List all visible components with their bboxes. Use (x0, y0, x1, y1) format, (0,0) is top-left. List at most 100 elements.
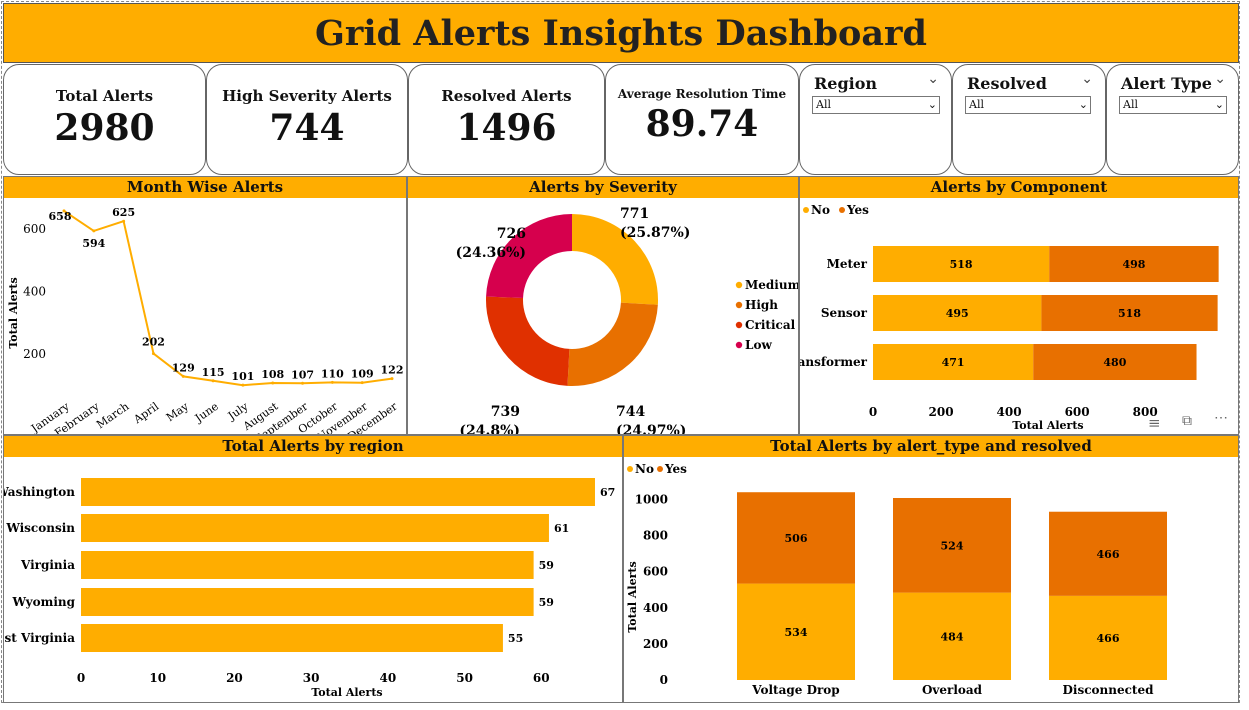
region-bar (81, 551, 534, 579)
alerttype-ytick: 1000 (635, 492, 668, 506)
month-line-chart: Total Alerts 200 400 600658 594 625 202 129 115… (7, 206, 404, 434)
severity-legend-label: Medium (745, 278, 798, 292)
chevron-down-icon[interactable]: ⌄ (927, 71, 939, 87)
slicer-resolved-value: All (969, 98, 984, 111)
month-data-label: 658 (49, 210, 72, 223)
component-bar-chart: Total Alerts No Yes Meter 518 498 Sensor 495 51… (800, 203, 1219, 432)
severity-value-label: 739 (491, 404, 520, 420)
slicer-resolved-dropdown[interactable]: All ⌄ (965, 96, 1091, 114)
alerttype-chart-title: Total Alerts by alert_type and resolved (624, 436, 1238, 457)
alerttype-ytick: 200 (643, 637, 668, 651)
severity-donut-chart: 771 (25.87%) Medium 744 (24.97%) High 739 (24.8… (456, 206, 798, 434)
month-point (390, 377, 394, 381)
month-data-label: 594 (82, 237, 105, 250)
focus-mode-icon[interactable]: ⧉ (1182, 413, 1192, 429)
severity-legend-marker (735, 341, 743, 349)
panel-component: Alerts by Component Total Alerts No Yes Me… (799, 176, 1239, 435)
component-data-label: 518 (1118, 307, 1141, 320)
slicer-alert-type[interactable]: Alert Type ⌄ All ⌄ (1106, 64, 1239, 175)
slicer-region-label: Region (814, 74, 878, 93)
kpi-resolved-value: 1496 (456, 107, 557, 149)
slicer-region-value: All (816, 98, 831, 111)
alerttype-data-label: 506 (785, 532, 808, 545)
component-legend-marker (803, 207, 809, 213)
slicer-alert-type-dropdown[interactable]: All ⌄ (1119, 96, 1227, 114)
alerttype-data-label: 466 (1097, 632, 1120, 645)
panel-severity: Alerts by Severity 771 (25.87%) Medium 744 (… (407, 176, 799, 435)
region-xtick: 10 (149, 671, 166, 685)
alerttype-category-label: Voltage Drop (751, 683, 839, 697)
slicer-region[interactable]: Region ⌄ All ⌄ (799, 64, 952, 175)
month-ylabel: Total Alerts (7, 277, 20, 348)
region-xtick: 20 (226, 671, 243, 685)
alerttype-category-label: Disconnected (1063, 683, 1155, 697)
month-point (211, 379, 215, 383)
kpi-total-label: Total Alerts (55, 87, 154, 105)
region-data-label: 67 (600, 486, 615, 499)
region-chart-title: Total Alerts by region (4, 436, 622, 457)
slicer-region-dropdown[interactable]: All ⌄ (812, 96, 940, 114)
month-point (360, 381, 364, 385)
kpi-high-value: 744 (269, 107, 345, 149)
region-category-label: Virginia (20, 558, 75, 572)
component-legend-label: Yes (846, 203, 869, 217)
component-data-label: 480 (1103, 356, 1126, 369)
alerttype-legend-marker (657, 466, 663, 472)
region-bar-chart: Total Alerts Washington 67 Wisconsin 61 Virg… (4, 478, 615, 699)
month-point (181, 374, 185, 378)
kpi-avg-label: Average Resolution Time (617, 87, 787, 101)
panel-region: Total Alerts by region Total Alerts Wash… (3, 435, 623, 703)
slicer-alert-type-value: All (1123, 98, 1138, 111)
chevron-down-icon: ⌄ (1078, 98, 1088, 111)
severity-value-label: 726 (497, 226, 526, 242)
dashboard-title: Grid Alerts Insights Dashboard (3, 3, 1239, 63)
month-data-label: 107 (291, 368, 314, 381)
severity-legend-label: High (745, 298, 778, 312)
component-data-label: 498 (1122, 258, 1145, 271)
month-xtick: June (192, 400, 221, 426)
kpi-high-severity: High Severity Alerts 744 (206, 64, 408, 175)
month-xtick: May (164, 399, 192, 424)
slicer-resolved[interactable]: Resolved ⌄ All ⌄ (952, 64, 1106, 175)
more-options-icon[interactable]: ⋯ (1214, 410, 1228, 426)
region-bar (81, 478, 595, 506)
panel-alert-type: Total Alerts by alert_type and resolved … (623, 435, 1239, 703)
month-chart-title: Month Wise Alerts (4, 177, 406, 198)
alerttype-ylabel: Total Alerts (626, 561, 639, 632)
chevron-down-icon[interactable]: ⌄ (1214, 71, 1226, 87)
region-xtick: 40 (380, 671, 397, 685)
filter-icon[interactable]: ≡ (1148, 414, 1161, 432)
kpi-resolved-label: Resolved Alerts (441, 87, 572, 105)
month-point (122, 219, 126, 223)
component-category-label: Transformer (800, 355, 868, 369)
region-xtick: 50 (456, 671, 473, 685)
severity-slice-high (567, 302, 658, 386)
component-chart-title: Alerts by Component (800, 177, 1238, 198)
month-data-label: 122 (381, 364, 404, 377)
month-data-label: 129 (172, 361, 195, 374)
chevron-down-icon: ⌄ (927, 98, 937, 111)
component-xtick: 600 (1065, 405, 1090, 419)
component-category-label: Meter (827, 257, 868, 271)
region-category-label: Wyoming (11, 595, 75, 609)
alerttype-ytick: 0 (660, 673, 668, 687)
chevron-down-icon[interactable]: ⌄ (1081, 71, 1093, 87)
month-data-label: 108 (261, 368, 284, 381)
kpi-avg-resolution: Average Resolution Time 89.74 (605, 64, 799, 175)
region-category-label: Wisconsin (5, 521, 75, 535)
component-xtick: 200 (929, 405, 954, 419)
severity-pct-label: (24.97%) (616, 423, 686, 434)
component-data-label: 495 (946, 307, 969, 320)
kpi-total-value: 2980 (54, 107, 155, 149)
alerttype-legend-label: Yes (664, 462, 687, 476)
month-ytick: 400 (23, 285, 46, 299)
region-bar (81, 514, 549, 542)
alerttype-data-label: 524 (941, 539, 964, 552)
alerttype-category-label: Overload (922, 683, 983, 697)
component-legend-label: No (811, 203, 830, 217)
region-xlabel: Total Alerts (311, 686, 382, 699)
month-point (301, 381, 305, 385)
month-data-label: 101 (231, 370, 254, 383)
kpi-resolved-alerts: Resolved Alerts 1496 (408, 64, 605, 175)
component-xtick: 400 (997, 405, 1022, 419)
